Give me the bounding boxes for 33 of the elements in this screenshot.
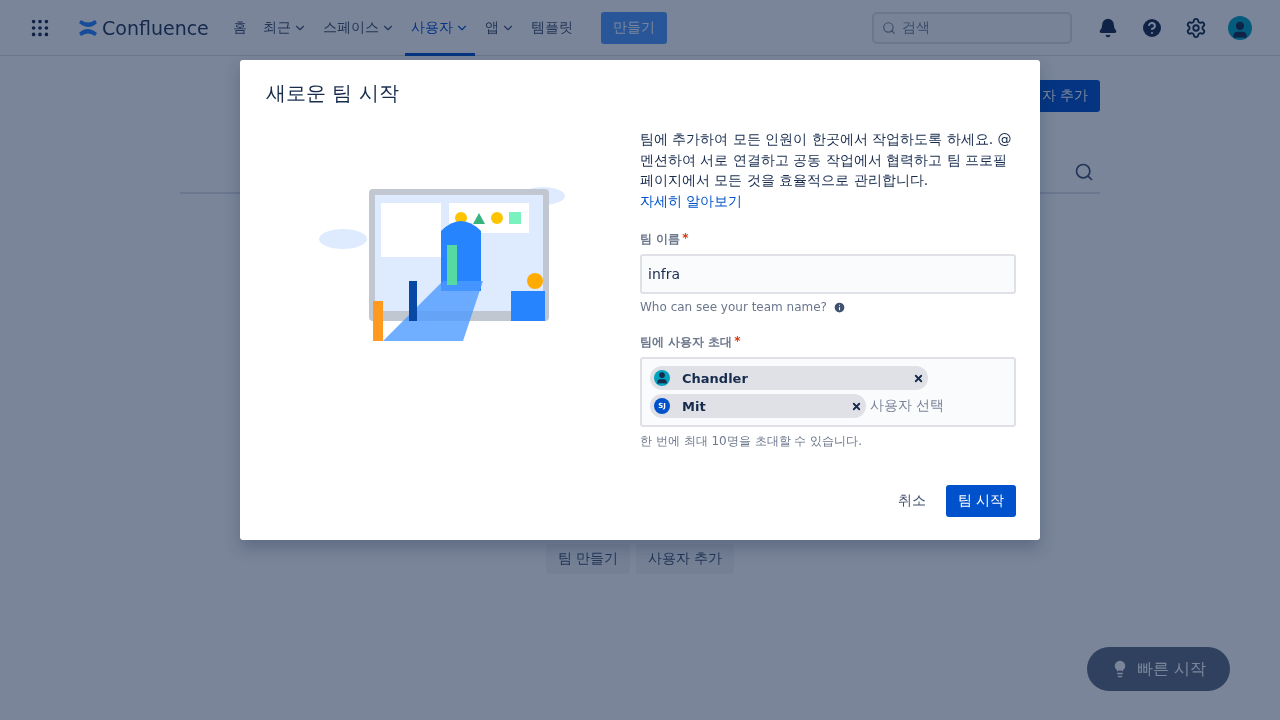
help-text: Who can see your team name? (640, 300, 827, 315)
help-text: 한 번에 최대 10명을 초대할 수 있습니다. (640, 433, 863, 451)
nav-item[interactable]: 최근 (256, 0, 313, 56)
search-icon (882, 20, 896, 35)
intro-text: 팀에 추가하여 모든 인원이 한곳에서 작업하도록 하세요. @멘션하여 서로 연결하고 공동 작업에서 협력하고 팀 프로필 페이지에서 모든 것을 효율적으로 관리합니다. 자세히 알아보기 (640, 130, 1013, 211)
field-label: 팀에 사용자 초대 * (640, 334, 742, 352)
info-icon[interactable] (833, 300, 846, 314)
search-icon[interactable] (1074, 162, 1094, 182)
remove-icon[interactable] (913, 372, 924, 384)
required-mark: * (734, 334, 741, 351)
nav-item[interactable]: 사용자 (404, 0, 475, 56)
avatar-icon[interactable] (1228, 15, 1252, 40)
remove-icon[interactable] (851, 400, 862, 412)
action-button[interactable]: 사용자 추가 (636, 544, 735, 574)
action-button[interactable]: 팀 만들기 (545, 544, 630, 574)
nav-item[interactable]: 홈 (226, 0, 253, 56)
start-team-button[interactable]: 팀 시작 (945, 485, 1016, 517)
avatar-icon (654, 370, 670, 387)
dialog-title: 새로운 팀 시작 (266, 80, 400, 107)
nav-item[interactable]: 템플릿 (524, 0, 579, 56)
logo-icon (78, 18, 98, 37)
cancel-button[interactable]: 취소 (885, 485, 938, 517)
quick-start-button[interactable]: 빠른 시작 (1086, 647, 1230, 691)
nav-item[interactable]: 스페이스 (316, 0, 401, 56)
user-chip: Chandler (650, 366, 928, 391)
field-label: 팀 이름 * (640, 231, 690, 249)
product-name: Confluence (102, 16, 209, 39)
learn-more-link[interactable]: 자세히 알아보기 (640, 192, 743, 209)
search-field[interactable]: 검색 (872, 11, 1072, 44)
required-mark: * (682, 231, 689, 248)
create-button[interactable]: 만들기 (600, 11, 667, 44)
nav-item[interactable]: 앱 (478, 0, 521, 56)
input-field[interactable]: infra (640, 254, 1016, 295)
